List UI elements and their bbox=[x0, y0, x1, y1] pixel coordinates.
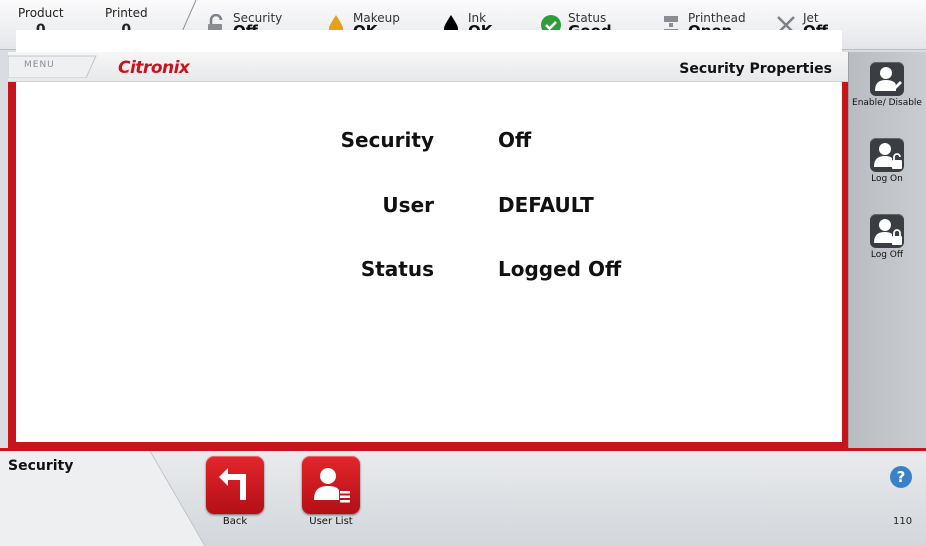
bottom-title: Security bbox=[8, 458, 74, 474]
user-list-icon bbox=[302, 456, 360, 514]
enable-disable-label: Enable/ Disable bbox=[852, 98, 922, 108]
enable-disable-button[interactable]: Enable/ Disable bbox=[848, 62, 926, 109]
property-value-user: DEFAULT bbox=[498, 193, 594, 217]
property-key-label: Status bbox=[360, 257, 434, 281]
printed-label: Printed bbox=[105, 6, 148, 20]
back-label: Back bbox=[222, 516, 248, 527]
log-on-button[interactable]: Log On bbox=[848, 138, 926, 185]
user-unlock-icon bbox=[870, 138, 904, 172]
bottom-bar-shape bbox=[0, 451, 206, 546]
back-arrow-icon bbox=[206, 456, 264, 514]
user-list-button[interactable]: User List bbox=[296, 456, 366, 527]
brand-logo: Citronix bbox=[118, 58, 190, 78]
user-edit-icon bbox=[870, 62, 904, 96]
menu-tab[interactable]: MENU bbox=[8, 54, 100, 78]
menu-label: MENU bbox=[24, 60, 55, 70]
user-list-label: User List bbox=[309, 516, 353, 527]
page-title: Security Properties bbox=[679, 61, 832, 77]
log-on-label: Log On bbox=[871, 174, 903, 184]
back-button[interactable]: Back bbox=[200, 456, 270, 527]
property-value-security: Off bbox=[498, 128, 532, 152]
product-label: Product bbox=[18, 6, 64, 20]
content-area bbox=[16, 30, 842, 442]
property-value-status: Logged Off bbox=[498, 257, 622, 281]
bottom-bar bbox=[0, 448, 926, 546]
log-off-label: Log Off bbox=[870, 250, 904, 260]
menu-tab-shape bbox=[8, 55, 97, 78]
page-number: 110 bbox=[893, 516, 913, 527]
property-key-label: Security bbox=[340, 128, 434, 152]
log-off-button[interactable]: Log Off bbox=[848, 214, 926, 261]
property-key-label: User bbox=[382, 193, 434, 217]
user-lock-icon bbox=[870, 214, 904, 248]
help-icon[interactable]: ? bbox=[890, 466, 912, 488]
